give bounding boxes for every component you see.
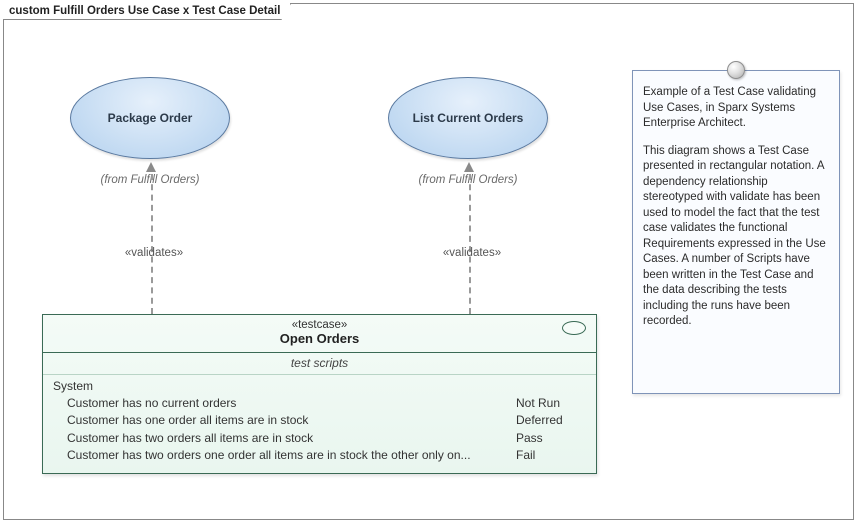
note-paragraph: Example of a Test Case validating Use Ca… xyxy=(643,85,829,132)
script-status: Not Run xyxy=(516,395,586,412)
pushpin-icon xyxy=(727,61,745,79)
testcase-open-orders[interactable]: «testcase» Open Orders test scripts Syst… xyxy=(42,314,597,474)
testcase-header: «testcase» Open Orders xyxy=(43,315,596,353)
script-status: Deferred xyxy=(516,412,586,429)
usecase-package-order-from: (from Fulfill Orders) xyxy=(70,174,230,186)
testcase-body: System Customer has no current orders No… xyxy=(43,375,596,473)
testcase-name: Open Orders xyxy=(49,331,590,346)
script-desc: Customer has two orders one order all it… xyxy=(67,447,516,464)
testcase-group-system: System xyxy=(53,379,586,393)
script-desc: Customer has no current orders xyxy=(67,395,516,412)
usecase-package-order[interactable]: Package Order xyxy=(70,77,230,159)
dependency-line[interactable] xyxy=(469,174,471,314)
ellipse-icon xyxy=(562,321,586,335)
table-row[interactable]: Customer has one order all items are in … xyxy=(53,412,586,429)
arrowhead-icon xyxy=(464,162,474,172)
testcase-section-label: test scripts xyxy=(43,353,596,375)
testcase-stereotype: «testcase» xyxy=(49,319,590,331)
table-row[interactable]: Customer has two orders one order all it… xyxy=(53,447,586,464)
script-status: Fail xyxy=(516,447,586,464)
dependency-stereotype: «validates» xyxy=(422,247,522,259)
arrowhead-icon xyxy=(146,162,156,172)
dependency-stereotype: «validates» xyxy=(104,247,204,259)
script-desc: Customer has two orders all items are in… xyxy=(67,430,516,447)
table-row[interactable]: Customer has no current orders Not Run xyxy=(53,395,586,412)
usecase-label: Package Order xyxy=(108,111,193,125)
diagram-canvas: Package Order (from Fulfill Orders) List… xyxy=(4,4,853,519)
usecase-list-orders-from: (from Fulfill Orders) xyxy=(388,174,548,186)
script-status: Pass xyxy=(516,430,586,447)
script-desc: Customer has one order all items are in … xyxy=(67,412,516,429)
usecase-label: List Current Orders xyxy=(413,111,524,125)
note-box[interactable]: Example of a Test Case validating Use Ca… xyxy=(632,70,840,394)
dependency-line[interactable] xyxy=(151,174,153,314)
table-row[interactable]: Customer has two orders all items are in… xyxy=(53,430,586,447)
usecase-list-current-orders[interactable]: List Current Orders xyxy=(388,77,548,159)
note-paragraph: This diagram shows a Test Case presented… xyxy=(643,144,829,330)
diagram-frame: custom Fulfill Orders Use Case x Test Ca… xyxy=(3,3,854,520)
